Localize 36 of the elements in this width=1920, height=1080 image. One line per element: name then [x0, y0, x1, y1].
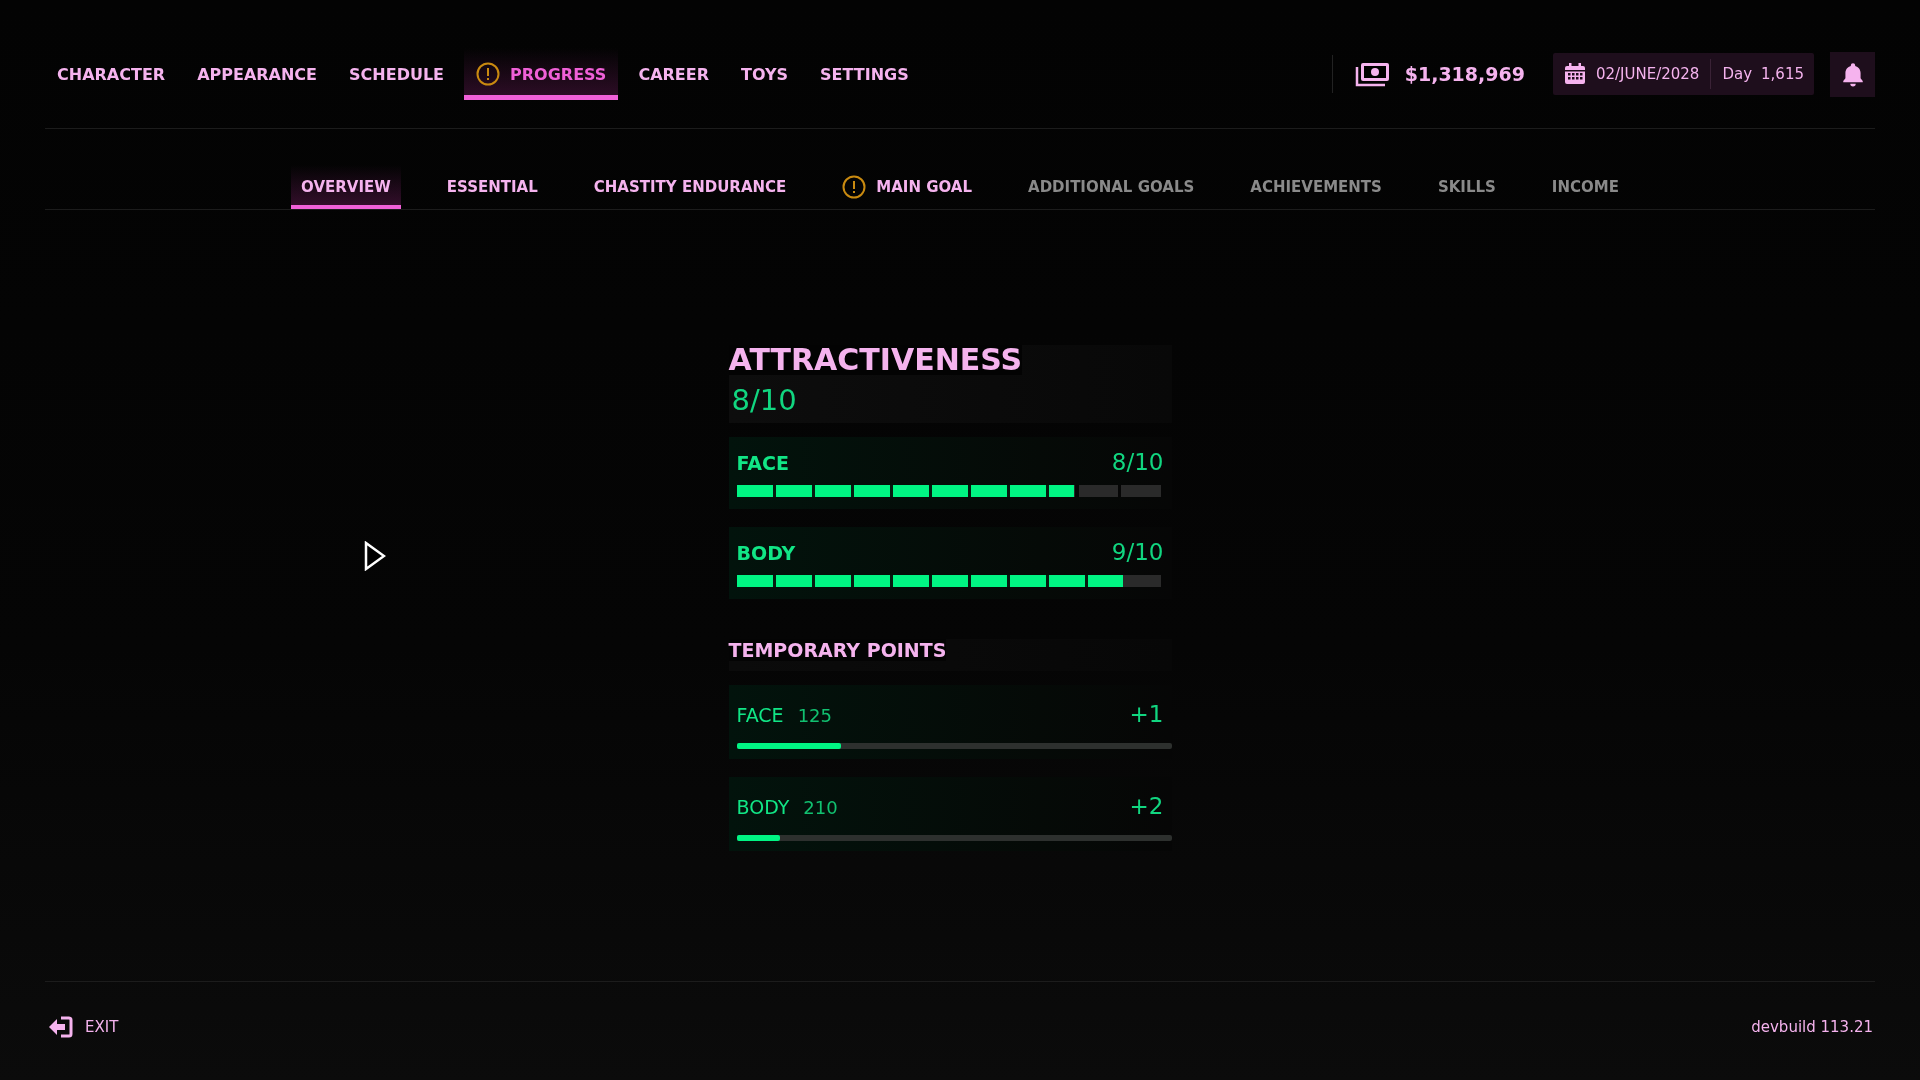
nav-tab[interactable]: SETTINGS [808, 48, 921, 100]
nav-tab[interactable]: CAREER [626, 48, 721, 100]
section-title: ATTRACTIVENESS [728, 345, 1023, 375]
calendar-icon [1562, 62, 1587, 86]
date-text: 02/JUNE/2028 [1595, 65, 1700, 83]
bonus-value: +2 [1129, 793, 1164, 819]
build-version: devbuild 113.21 [1751, 1018, 1873, 1036]
exit-button[interactable]: EXIT [47, 1016, 119, 1038]
sub-tab[interactable]: MAIN GOAL [832, 165, 983, 209]
day-count: 1,615 [1761, 65, 1804, 83]
stat-name: FACE [736, 704, 784, 726]
nav-tab[interactable]: CHARACTER [45, 48, 178, 100]
points-value: 210 [803, 797, 838, 818]
sub-tab[interactable]: ESSENTIAL [436, 165, 548, 209]
stat-name: FACE [736, 452, 789, 474]
nav-tab[interactable]: TOYS [729, 48, 801, 100]
money-amount: $1,318,969 [1404, 63, 1525, 85]
stat-score: 9/10 [1111, 539, 1164, 565]
stat-score: 8/10 [1111, 449, 1164, 475]
notifications-button[interactable] [1830, 51, 1875, 97]
sub-tab[interactable]: OVERVIEW [291, 165, 401, 209]
points-value: 125 [797, 705, 832, 726]
stat-name: BODY [736, 796, 790, 818]
bonus-value: +1 [1129, 701, 1164, 727]
warning-icon [476, 62, 501, 86]
warning-icon [842, 175, 867, 199]
sub-tab[interactable]: CHASTITY ENDURANCE [583, 165, 797, 209]
section-title: TEMPORARY POINTS [728, 639, 947, 661]
cash-icon [1354, 61, 1391, 87]
exit-icon [47, 1016, 73, 1038]
nav-tab[interactable]: SCHEDULE [337, 48, 457, 100]
mouse-cursor-icon [364, 541, 386, 571]
nav-tab[interactable]: APPEARANCE [185, 48, 330, 100]
score-text: 8/10 [730, 382, 798, 417]
day-label: Day [1722, 65, 1753, 83]
stat-name: BODY [736, 542, 796, 564]
